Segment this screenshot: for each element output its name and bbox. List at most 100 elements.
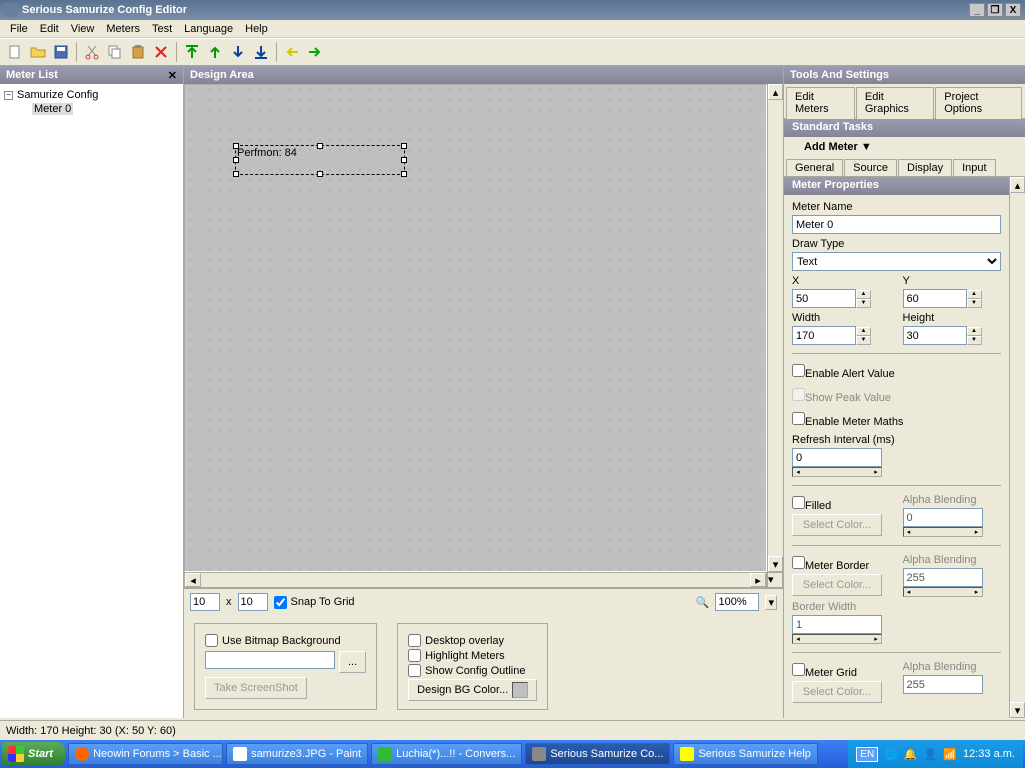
zoom-dropdown-icon[interactable]: ▾	[765, 595, 777, 610]
design-canvas[interactable]: Perfmon: 84	[184, 84, 767, 572]
left-arrow-icon[interactable]	[281, 41, 303, 63]
scroll-down-icon[interactable]: ▾	[768, 556, 783, 572]
bg-color-button[interactable]: Design BG Color...	[408, 679, 537, 701]
scroll-up-icon[interactable]: ▴	[768, 84, 783, 100]
align-top-icon[interactable]	[181, 41, 203, 63]
border-color-button[interactable]: Select Color...	[792, 574, 882, 596]
resize-handle-sw[interactable]	[233, 171, 239, 177]
w-down-icon[interactable]: ▼	[856, 336, 871, 345]
resize-handle-e[interactable]	[401, 157, 407, 163]
tray-icon-1[interactable]: 🌐	[884, 748, 898, 761]
resize-handle-ne[interactable]	[401, 143, 407, 149]
meter-name-input[interactable]	[792, 215, 1001, 234]
menu-meters[interactable]: Meters	[100, 21, 146, 37]
grid-color-button[interactable]: Select Color...	[792, 681, 882, 703]
task-item-3[interactable]: Serious Samurize Co...	[525, 743, 670, 765]
x-down-icon[interactable]: ▼	[856, 299, 871, 308]
tree-expander-icon[interactable]: −	[4, 91, 13, 100]
highlight-meters-check[interactable]: Highlight Meters	[408, 649, 537, 662]
delete-icon[interactable]	[150, 41, 172, 63]
desktop-overlay-check[interactable]: Desktop overlay	[408, 634, 537, 647]
menu-help[interactable]: Help	[239, 21, 274, 37]
filled-color-button[interactable]: Select Color...	[792, 514, 882, 536]
open-icon[interactable]	[27, 41, 49, 63]
y-up-icon[interactable]: ▲	[967, 290, 982, 299]
copy-icon[interactable]	[104, 41, 126, 63]
enable-alert-check[interactable]: Enable Alert Value	[792, 364, 1001, 380]
zoom-preview-icon[interactable]: 🔍	[696, 596, 710, 609]
menu-file[interactable]: File	[4, 21, 34, 37]
tab-edit-graphics[interactable]: Edit Graphics	[856, 87, 934, 119]
snap-to-grid-check[interactable]: Snap To Grid	[274, 596, 355, 609]
props-vscroll[interactable]: ▴ ▾	[1009, 177, 1025, 718]
up-arrow-icon[interactable]	[204, 41, 226, 63]
cut-icon[interactable]	[81, 41, 103, 63]
add-meter-button[interactable]: Add Meter ▼	[784, 137, 1025, 157]
task-item-0[interactable]: Neowin Forums > Basic ...	[68, 743, 223, 765]
paste-icon[interactable]	[127, 41, 149, 63]
browse-button[interactable]: ...	[339, 651, 366, 673]
border-check[interactable]: Meter Border	[792, 556, 891, 572]
height-input[interactable]	[903, 326, 967, 345]
props-scroll-down-icon[interactable]: ▾	[1010, 702, 1025, 718]
subtab-general[interactable]: General	[786, 159, 843, 176]
right-arrow-icon[interactable]	[304, 41, 326, 63]
subtab-display[interactable]: Display	[898, 159, 952, 176]
align-bottom-icon[interactable]	[250, 41, 272, 63]
bitmap-path-input[interactable]	[205, 651, 335, 669]
y-input[interactable]	[903, 289, 967, 308]
draw-type-select[interactable]: Text	[792, 252, 1001, 271]
scroll-right-icon[interactable]: ▸	[750, 573, 766, 587]
menu-view[interactable]: View	[65, 21, 101, 37]
resize-handle-s[interactable]	[317, 171, 323, 177]
tab-project-options[interactable]: Project Options	[935, 87, 1022, 119]
props-scroll-up-icon[interactable]: ▴	[1010, 177, 1025, 193]
close-icon[interactable]: ✕	[168, 69, 177, 82]
meter-tree[interactable]: − Samurize Config Meter 0	[0, 84, 183, 718]
scroll-left-icon[interactable]: ◂	[185, 573, 201, 587]
menu-test[interactable]: Test	[146, 21, 178, 37]
enable-maths-check[interactable]: Enable Meter Maths	[792, 412, 1001, 428]
tray-icon-3[interactable]: 👤	[924, 748, 938, 761]
grid-check[interactable]: Meter Grid	[792, 663, 891, 679]
tree-root-node[interactable]: − Samurize Config	[4, 88, 179, 102]
tray-icon-2[interactable]: 🔔	[904, 748, 918, 761]
tray-icon-4[interactable]: 📶	[943, 748, 957, 761]
y-down-icon[interactable]: ▼	[967, 299, 982, 308]
w-up-icon[interactable]: ▲	[856, 327, 871, 336]
start-button[interactable]: Start	[2, 742, 65, 766]
screenshot-button[interactable]: Take ScreenShot	[205, 677, 307, 699]
grid-width-input[interactable]	[190, 593, 220, 611]
subtab-input[interactable]: Input	[953, 159, 995, 176]
zoom-input[interactable]	[715, 593, 759, 611]
menu-language[interactable]: Language	[178, 21, 239, 37]
x-up-icon[interactable]: ▲	[856, 290, 871, 299]
save-icon[interactable]	[50, 41, 72, 63]
close-window-button[interactable]: X	[1005, 3, 1021, 17]
task-item-1[interactable]: samurize3.JPG - Paint	[226, 743, 368, 765]
new-icon[interactable]	[4, 41, 26, 63]
design-hscroll[interactable]: ◂ ▸	[184, 572, 767, 588]
resize-handle-n[interactable]	[317, 143, 323, 149]
show-outline-check[interactable]: Show Config Outline	[408, 664, 537, 677]
design-vscroll[interactable]: ▴ ▾	[767, 84, 783, 572]
h-up-icon[interactable]: ▲	[967, 327, 982, 336]
resize-handle-se[interactable]	[401, 171, 407, 177]
task-item-4[interactable]: Serious Samurize Help	[673, 743, 818, 765]
width-input[interactable]	[792, 326, 856, 345]
filled-check[interactable]: Filled	[792, 496, 891, 512]
grid-height-input[interactable]	[238, 593, 268, 611]
use-bitmap-check[interactable]: Use Bitmap Background	[205, 634, 366, 647]
restore-button[interactable]: ❐	[987, 3, 1003, 17]
tree-child-node[interactable]: Meter 0	[4, 102, 179, 116]
menu-edit[interactable]: Edit	[34, 21, 65, 37]
down-arrow-icon[interactable]	[227, 41, 249, 63]
subtab-source[interactable]: Source	[844, 159, 897, 176]
tab-edit-meters[interactable]: Edit Meters	[786, 87, 855, 119]
refresh-input[interactable]	[792, 448, 882, 467]
language-indicator[interactable]: EN	[856, 747, 878, 762]
size-grip[interactable]: ▾	[767, 572, 783, 588]
minimize-button[interactable]: _	[969, 3, 985, 17]
x-input[interactable]	[792, 289, 856, 308]
h-down-icon[interactable]: ▼	[967, 336, 982, 345]
